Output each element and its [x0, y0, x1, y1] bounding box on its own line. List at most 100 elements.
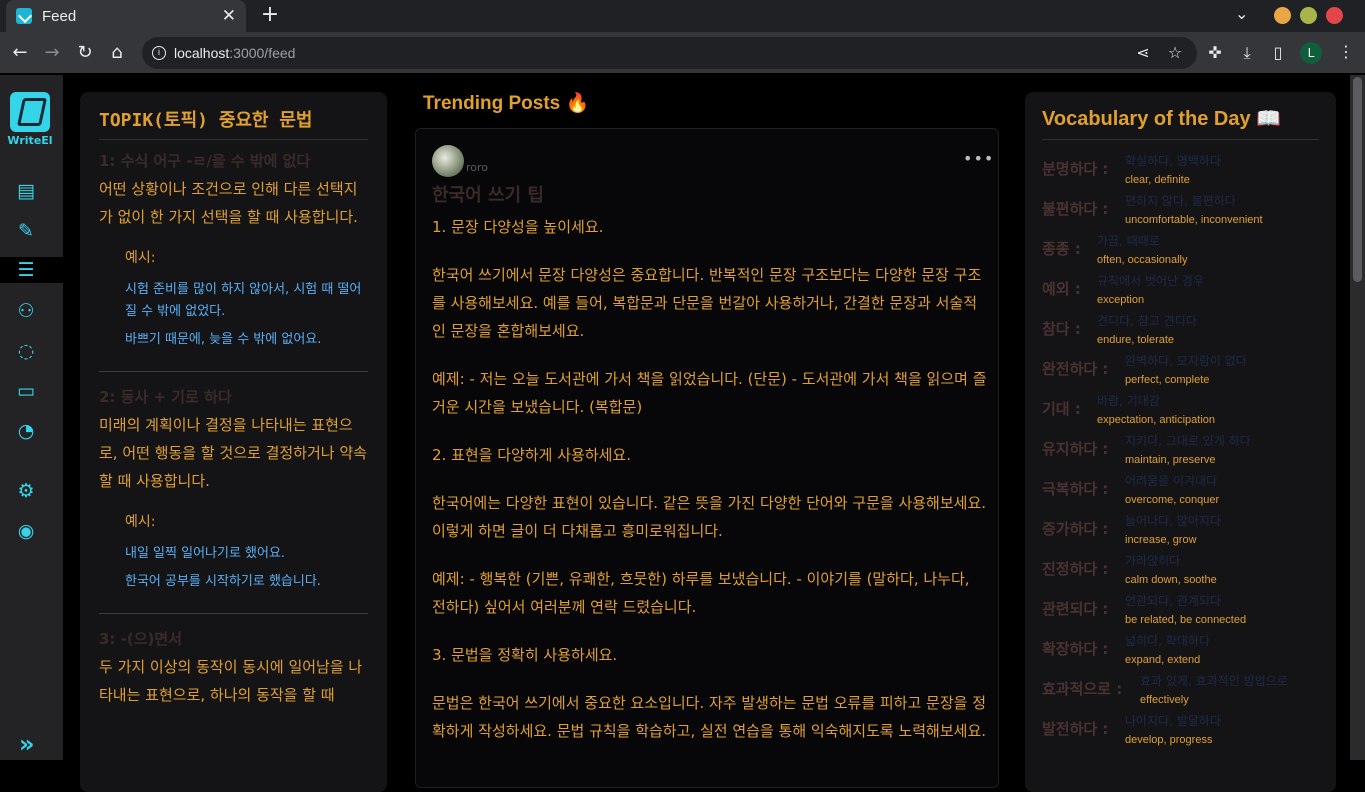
vocab-korean-meaning: 확실하다, 명백하다	[1125, 154, 1221, 168]
download-icon[interactable]: ⤓	[1237, 43, 1257, 63]
maximize-button[interactable]	[1300, 7, 1317, 24]
vocab-korean-meaning: 완벽하다, 모자람이 없다	[1125, 354, 1247, 368]
dashboard-icon[interactable]: ▤	[14, 179, 38, 203]
expand-sidebar-icon[interactable]: »	[19, 730, 35, 758]
vocab-english-meaning: exception	[1097, 294, 1145, 306]
vocab-korean-meaning: 편하지 않다, 불편하다	[1125, 194, 1236, 208]
vocab-korean-meaning: 견디다, 참고 견디다	[1097, 314, 1197, 328]
vocab-english-meaning: endure, tolerate	[1097, 334, 1175, 346]
vocab-row: 분명하다 : 확실하다, 명백하다 clear, definite	[1042, 152, 1319, 192]
back-icon[interactable]: ←	[10, 43, 30, 63]
post-paragraph: 2. 표현을 다양하게 사용하세요.	[432, 446, 631, 464]
bookmark-star-icon[interactable]: ☆	[1165, 43, 1185, 63]
close-tab-icon[interactable]: ✕	[222, 6, 236, 26]
vocab-row: 완전하다 : 완벽하다, 모자람이 없다 perfect, complete	[1042, 352, 1319, 392]
vocab-word: 진정하다 :	[1042, 560, 1109, 578]
vocab-word: 분명하다 :	[1042, 160, 1109, 178]
vocab-word: 관련되다 :	[1042, 600, 1109, 618]
vocab-english-meaning: be related, be connected	[1125, 614, 1247, 626]
grammar-item-title: 3: -(으)면서	[99, 630, 182, 648]
feed-icon[interactable]: ☰	[14, 258, 38, 282]
vocab-word: 증가하다 :	[1042, 520, 1109, 538]
grammar-item-desc: 미래의 계획이나 결정을 나타내는 표현으로, 어떤 행동을 할 것으로 결정하…	[99, 416, 367, 490]
vocab-word: 효과적으로 :	[1042, 680, 1123, 698]
browser-tab[interactable]: Feed ✕	[6, 0, 246, 32]
grammar-title: TOPIK(토픽) 중요한 문법	[99, 106, 368, 140]
new-tab-button[interactable]: +	[258, 3, 282, 27]
favicon-icon	[16, 8, 32, 24]
chat-icon[interactable]: ◌	[14, 339, 38, 363]
vocab-word: 참다 :	[1042, 320, 1081, 338]
speed-icon[interactable]: ◔	[14, 419, 38, 443]
vocab-korean-meaning: 나아지다, 발달하다	[1125, 714, 1221, 728]
vocab-row: 극복하다 : 어려움을 이겨내다 overcome, conquer	[1042, 472, 1319, 512]
share-icon[interactable]: ⋖	[1133, 43, 1153, 63]
vocab-korean-meaning: 넓히다, 확대하다	[1125, 634, 1210, 648]
vocab-list: 분명하다 : 확실하다, 명백하다 clear, definite 불편하다 : 편하지…	[1042, 152, 1319, 752]
settings-icon[interactable]: ⚙	[14, 479, 38, 503]
forward-icon[interactable]: →	[42, 43, 62, 63]
side-panel-icon[interactable]: ▯	[1268, 43, 1288, 63]
vocab-row: 참다 : 견디다, 참고 견디다 endure, tolerate	[1042, 312, 1319, 352]
book-icon: 📖	[1256, 108, 1282, 130]
documents-icon[interactable]: ▭	[14, 379, 38, 403]
browser-menu-icon[interactable]: ⋮	[1338, 42, 1354, 61]
url-field[interactable]: i localhost:3000/feed	[142, 37, 1197, 69]
post-author-avatar[interactable]	[432, 145, 464, 177]
vocab-korean-meaning: 지키다, 그대로 있게 하다	[1125, 434, 1251, 448]
reload-icon[interactable]: ↻	[75, 43, 95, 63]
profile-avatar[interactable]: L	[1300, 42, 1322, 64]
vocab-word: 유지하다 :	[1042, 440, 1109, 458]
address-bar-row: ← → ↻ ⌂ i localhost:3000/feed ⋖ ☆ ✜ ⤓ ▯ …	[0, 32, 1365, 74]
example-sentence: 시험 준비를 많이 하지 않아서, 시험 때 떨어질 수 밖에 없었다.	[125, 282, 362, 319]
profile-icon[interactable]: ◉	[14, 519, 38, 543]
close-window-button[interactable]	[1326, 7, 1343, 24]
grammar-panel: TOPIK(토픽) 중요한 문법 1: 수식 어구 -ㄹ/을 수 밖에 없다 어…	[80, 92, 387, 792]
app-root: WriteEl ▤ ✎ ☰ ⚇ ◌ ▭ ◔ ⚙ ◉ » TOPIK(토픽) 중요…	[0, 75, 1365, 792]
post-author-name[interactable]: roro	[466, 161, 488, 174]
example-sentence: 바쁘기 때문에, 늦을 수 밖에 없어요.	[125, 332, 322, 347]
extensions-icon[interactable]: ✜	[1205, 43, 1225, 63]
vocab-english-meaning: develop, progress	[1125, 734, 1213, 746]
tab-title: Feed	[42, 7, 77, 25]
tab-search-chevron-icon[interactable]: ⌄	[1235, 4, 1248, 23]
minimize-button[interactable]	[1274, 7, 1291, 24]
post-paragraph: 3. 문법을 정확히 사용하세요.	[432, 646, 618, 664]
new-post-icon[interactable]: ✎	[14, 219, 38, 243]
vocab-row: 유지하다 : 지키다, 그대로 있게 하다 maintain, preserve	[1042, 432, 1319, 472]
friends-icon[interactable]: ⚇	[14, 299, 38, 323]
vocab-english-meaning: increase, grow	[1125, 534, 1197, 546]
url-host: localhost	[174, 45, 230, 61]
home-icon[interactable]: ⌂	[107, 43, 127, 63]
post-paragraph: 1. 문장 다양성을 높이세요.	[432, 218, 604, 236]
grammar-item-desc: 어떤 상황이나 조건으로 인해 다른 선택지가 없이 한 가지 선택을 할 때 …	[99, 180, 358, 226]
vocab-row: 발전하다 : 나아지다, 발달하다 develop, progress	[1042, 712, 1319, 752]
page-scrollbar-thumb[interactable]	[1353, 77, 1362, 282]
site-info-icon[interactable]: i	[152, 46, 166, 60]
vocab-korean-meaning: 어려움을 이겨내다	[1125, 474, 1218, 488]
vocab-row: 확장하다 : 넓히다, 확대하다 expand, extend	[1042, 632, 1319, 672]
vocab-english-meaning: overcome, conquer	[1125, 494, 1220, 506]
grammar-item: 1: 수식 어구 -ㄹ/을 수 밖에 없다 어떤 상황이나 조건으로 인해 다른…	[99, 150, 368, 372]
vocab-word: 확장하다 :	[1042, 640, 1109, 658]
vocab-english-meaning: perfect, complete	[1125, 374, 1210, 386]
vocab-title: Vocabulary of the Day	[1042, 108, 1251, 130]
writeel-logo[interactable]	[10, 92, 50, 132]
browser-tabbar: Feed ✕ + ⌄	[0, 0, 1365, 32]
vocab-english-meaning: effectively	[1140, 694, 1189, 706]
post-more-icon[interactable]: •••	[963, 149, 994, 168]
post-paragraph: 예제: - 행복한 (기쁜, 유쾌한, 흐뭇한) 하루를 보냈습니다. - 이야…	[432, 570, 970, 616]
vocab-row: 증가하다 : 늘어나다, 많아지다 increase, grow	[1042, 512, 1319, 552]
post-paragraph: 한국어에는 다양한 표현이 있습니다. 같은 뜻을 가진 다양한 단어와 구문을…	[432, 494, 987, 540]
grammar-item-title: 1: 수식 어구 -ㄹ/을 수 밖에 없다	[99, 152, 311, 170]
vocab-row: 종종 : 가끔, 때때로 often, occasionally	[1042, 232, 1319, 272]
vocab-row: 효과적으로 : 효과 있게, 효과적인 방법으로 effectively	[1042, 672, 1319, 712]
example-sentence: 내일 일찍 일어나기로 했어요.	[125, 546, 286, 561]
vocab-korean-meaning: 효과 있게, 효과적인 방법으로	[1140, 674, 1288, 688]
vocab-word: 기대 :	[1042, 400, 1081, 418]
example-label: 예시:	[125, 514, 156, 530]
vocab-english-meaning: clear, definite	[1125, 174, 1190, 186]
grammar-item-desc: 두 가지 이상의 동작이 동시에 일어남을 나타내는 표현으로, 하나의 동작을…	[99, 658, 363, 704]
vocab-word: 불편하다 :	[1042, 200, 1109, 218]
example-block: 예시: 시험 준비를 많이 하지 않아서, 시험 때 떨어질 수 밖에 없었다.…	[99, 247, 368, 351]
